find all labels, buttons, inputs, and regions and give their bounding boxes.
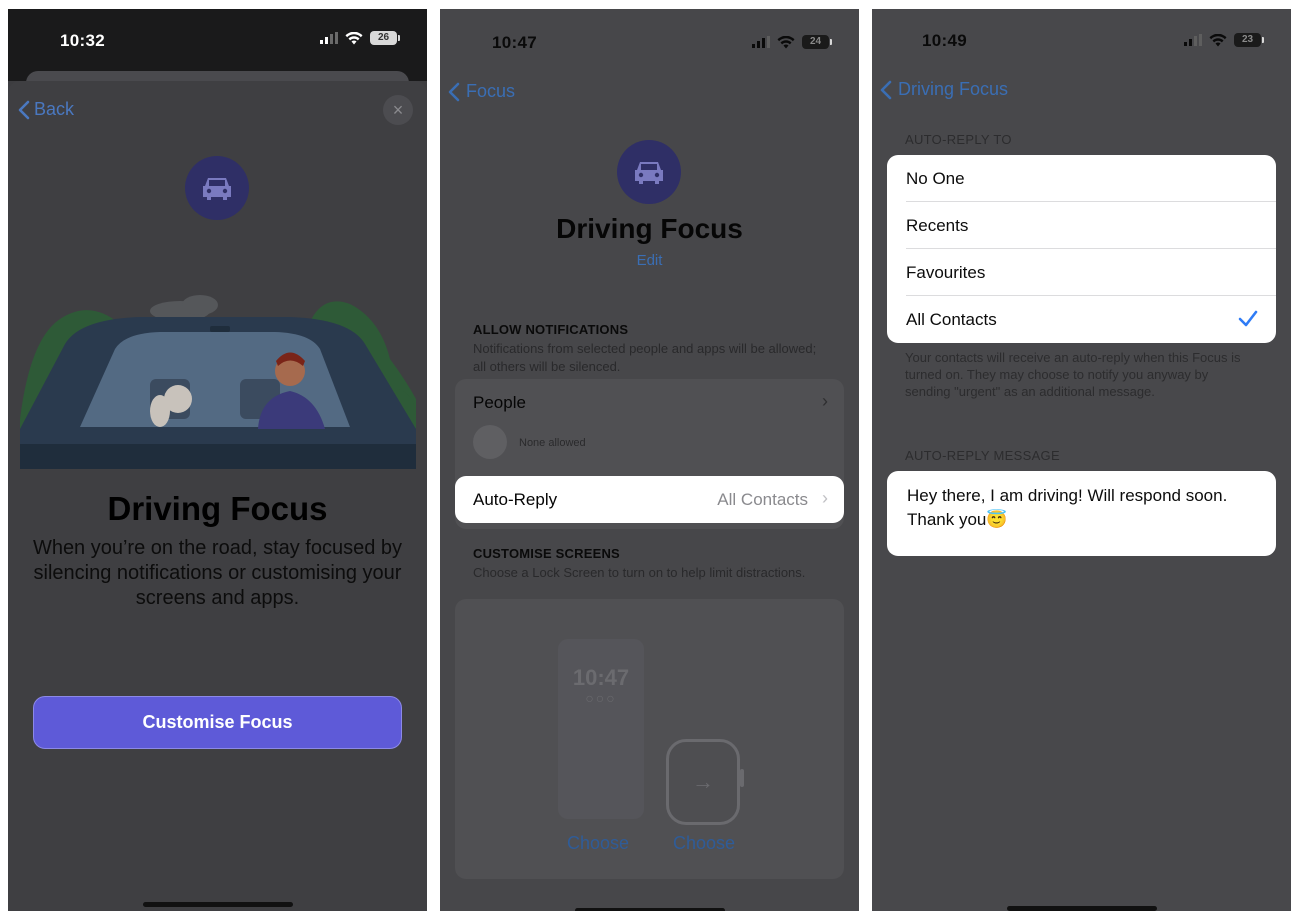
screen-driving-focus-settings: 10:47 24 Focus Driving Focus Edit ALLOW … (440, 9, 859, 911)
watch-face-preview[interactable]: → (666, 739, 740, 825)
car-icon-badge (185, 156, 249, 220)
battery-indicator: 26 (370, 31, 400, 45)
option-recents[interactable]: Recents (887, 202, 1276, 249)
avatar (473, 425, 507, 459)
focus-setup-sheet: Back × Driving Focus When you’re on the … (8, 81, 427, 911)
screen-driving-focus-intro: 10:32 26 Back × Driving Focus When you’r… (8, 9, 427, 911)
allow-notifications-subtext: Notifications from selected people and a… (473, 341, 817, 374)
lock-screen-preview[interactable]: 10:47 ○○○ (558, 639, 644, 819)
status-time: 10:49 (922, 31, 967, 50)
signal-icon (1184, 34, 1202, 46)
back-button-label: Driving Focus (898, 79, 1009, 99)
allow-notifications-heading: ALLOW NOTIFICATIONS (473, 322, 629, 337)
lock-screen-widgets: ○○○ (585, 690, 617, 706)
option-favourites[interactable]: Favourites (887, 249, 1276, 296)
close-button[interactable]: × (383, 95, 413, 125)
lock-screen-time: 10:47 (572, 665, 630, 690)
auto-reply-message-heading: AUTO-REPLY MESSAGE (905, 448, 1060, 463)
option-no-one[interactable]: No One (887, 155, 1276, 202)
car-icon (635, 162, 663, 184)
chevron-left-icon (448, 82, 460, 101)
wifi-icon (777, 35, 795, 48)
signal-icon (752, 36, 770, 48)
back-button-label: Back (34, 99, 75, 119)
auto-reply-options: No One Recents Favourites All Contacts (887, 155, 1276, 343)
driving-illustration (20, 295, 416, 469)
wifi-icon (345, 31, 363, 44)
auto-reply-value: All Contacts (717, 490, 808, 509)
back-button-label: Focus (466, 81, 516, 101)
people-row[interactable]: People › None allowed (455, 379, 844, 469)
close-icon: × (392, 100, 404, 120)
people-status: None allowed (519, 437, 586, 449)
option-label: Recents (906, 216, 969, 235)
choose-watch-face-button[interactable]: Choose (673, 833, 735, 854)
signal-icon (320, 32, 338, 44)
edit-link[interactable]: Edit (440, 252, 859, 269)
focus-description: When you’re on the road, stay focused by… (32, 537, 403, 609)
auto-reply-label: Auto-Reply (473, 490, 558, 509)
customise-screens-subtext: Choose a Lock Screen to turn on to help … (473, 565, 806, 580)
screen-auto-reply: 10:49 23 Driving Focus AUTO-REPLY TO No … (872, 9, 1291, 911)
checkmark-icon (1238, 310, 1258, 327)
arrow-right-icon: → (692, 769, 714, 794)
people-label: People (473, 393, 526, 412)
chevron-left-icon (18, 100, 30, 119)
auto-reply-message-field[interactable]: Hey there, I am driving! Will respond so… (887, 471, 1276, 556)
status-time: 10:47 (492, 33, 537, 52)
battery-indicator: 23 (1234, 33, 1264, 47)
back-button[interactable]: Back (18, 99, 74, 120)
option-label: All Contacts (906, 310, 997, 329)
back-button-driving-focus[interactable]: Driving Focus (880, 79, 1008, 100)
status-time: 10:32 (60, 31, 105, 50)
option-label: No One (906, 169, 965, 188)
page-title: Driving Focus (556, 213, 743, 244)
status-bar: 10:49 23 (872, 9, 1291, 67)
option-all-contacts[interactable]: All Contacts (887, 296, 1276, 343)
back-button-focus[interactable]: Focus (448, 81, 515, 102)
car-icon (203, 178, 231, 200)
home-indicator (1006, 906, 1157, 911)
chevron-right-icon: › (822, 488, 828, 508)
chevron-right-icon: › (822, 391, 828, 411)
choose-lock-screen-button[interactable]: Choose (567, 833, 629, 854)
status-bar: 10:47 24 (440, 9, 859, 67)
page-title: Driving Focus (107, 490, 328, 527)
auto-reply-footer: Your contacts will receive an auto-reply… (905, 350, 1241, 399)
auto-reply-to-heading: AUTO-REPLY TO (905, 132, 1012, 147)
chevron-left-icon (880, 80, 892, 99)
customise-screens-group (455, 599, 844, 879)
wifi-icon (1209, 33, 1227, 46)
battery-indicator: 24 (802, 35, 832, 49)
option-label: Favourites (906, 263, 986, 282)
home-indicator (142, 902, 293, 907)
customise-focus-button[interactable]: Customise Focus (33, 696, 402, 749)
auto-reply-row[interactable]: Auto-Reply All Contacts › (455, 476, 844, 523)
customise-screens-heading: CUSTOMISE SCREENS (473, 546, 620, 561)
car-icon-badge (617, 140, 681, 204)
